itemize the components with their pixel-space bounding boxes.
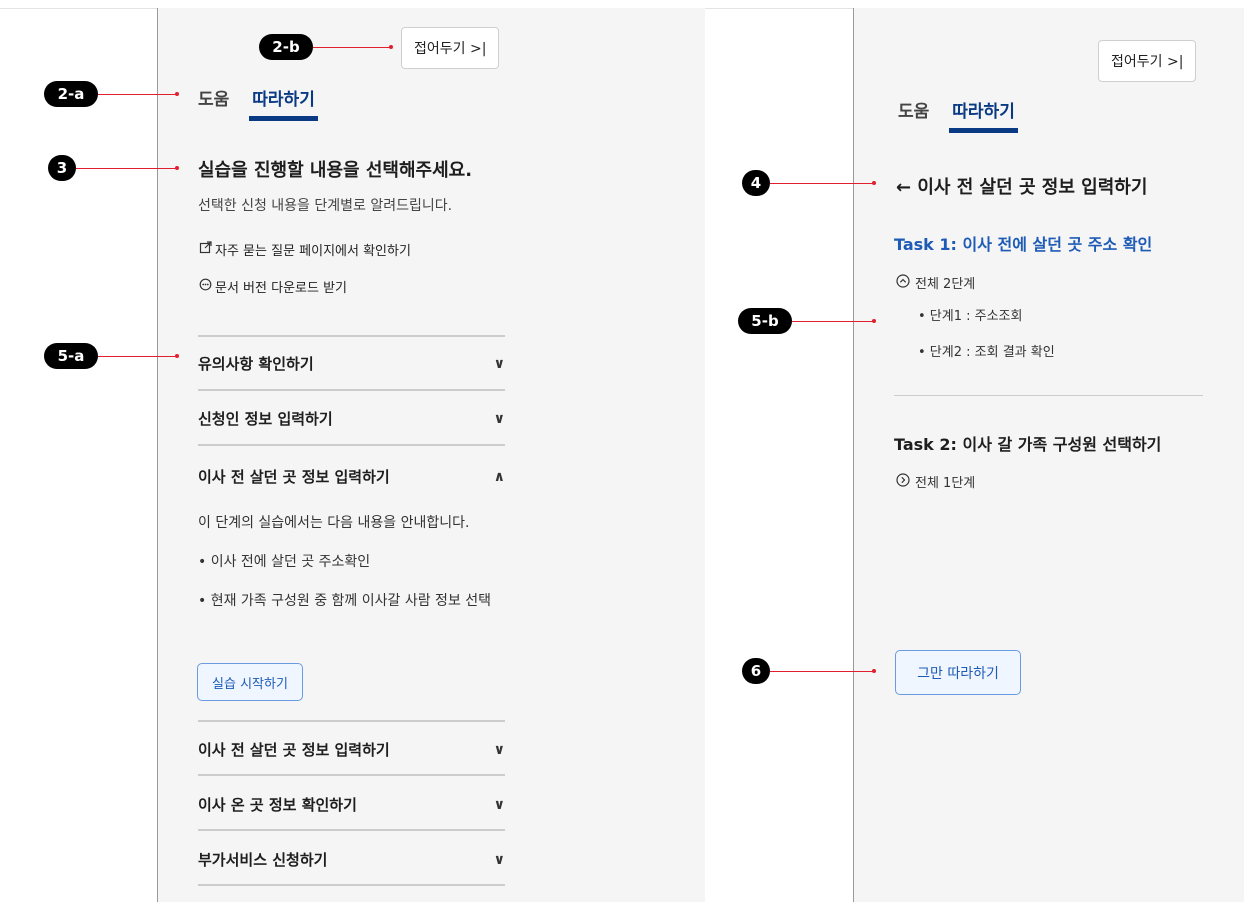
download-link[interactable]: 문서 버전 다운로드 받기 — [199, 277, 347, 296]
chevron-down-icon: ∨ — [493, 796, 505, 813]
accordion-divider — [198, 444, 505, 446]
callout-line — [770, 183, 874, 184]
external-link-icon — [199, 241, 212, 258]
accordion-divider — [198, 829, 505, 831]
accordion-item-applicant[interactable]: 신청인 정보 입력하기 ∨ — [198, 408, 505, 429]
accordion-title: 이사 온 곳 정보 확인하기 — [198, 796, 357, 814]
document-icon — [199, 278, 212, 295]
task1-step: • 단계2 : 조회 결과 확인 — [918, 345, 1055, 360]
callout-line — [98, 356, 177, 357]
chevron-down-icon: ∨ — [493, 410, 505, 427]
page-subtitle: 선택한 신청 내용을 단계별로 알려드립니다. — [198, 198, 453, 214]
expanded-intro: 이 단계의 실습에서는 다음 내용을 안내합니다. — [198, 515, 470, 531]
expanded-bullet: • 이사 전에 살던 곳 주소확인 — [198, 554, 371, 570]
chevron-up-icon: ∧ — [493, 468, 505, 485]
accordion-title: 부가서비스 신청하기 — [198, 851, 328, 869]
help-panel-left — [158, 8, 705, 902]
annotation-badge: 5-b — [738, 308, 792, 334]
chevron-down-icon: ∨ — [493, 851, 505, 868]
callout-dot — [872, 319, 876, 323]
callout-dot — [175, 166, 179, 170]
callout-line — [76, 168, 177, 169]
callout-line — [98, 94, 177, 95]
accordion-title: 신청인 정보 입력하기 — [198, 410, 333, 428]
annotation-badge: 2-b — [259, 34, 313, 60]
accordion-item-previous-address[interactable]: 이사 전 살던 곳 정보 입력하기 ∧ — [198, 466, 505, 487]
accordion-item-extra-services[interactable]: 부가서비스 신청하기 ∨ — [198, 849, 505, 870]
callout-dot — [175, 354, 179, 358]
chevron-up-circle-icon — [896, 273, 910, 292]
accordion-divider — [198, 884, 505, 886]
accordion-item-new-address[interactable]: 이사 온 곳 정보 확인하기 ∨ — [198, 794, 505, 815]
tab-help[interactable]: 도움 — [898, 97, 929, 133]
download-link-label: 문서 버전 다운로드 받기 — [215, 281, 347, 296]
accordion-divider — [198, 389, 505, 391]
callout-dot — [872, 181, 876, 185]
back-heading[interactable]: ← 이사 전 살던 곳 정보 입력하기 — [896, 173, 1147, 199]
callout-line — [770, 671, 874, 672]
accordion-title: 유의사항 확인하기 — [198, 355, 314, 373]
callout-dot — [872, 669, 876, 673]
accordion-title: 이사 전 살던 곳 정보 입력하기 — [198, 741, 390, 759]
chevron-down-icon: ∨ — [493, 355, 505, 372]
panel-right-divider — [853, 8, 854, 902]
annotation-badge: 6 — [742, 658, 770, 684]
task1-summary-label: 전체 2단계 — [915, 277, 976, 292]
tab-bar: 도움 따라하기 — [198, 85, 318, 121]
collapse-label: 접어두기 >| — [1111, 54, 1184, 70]
help-panel-right — [854, 8, 1244, 902]
expanded-bullet: • 현재 가족 구성원 중 함께 이사갈 사람 정보 선택 — [198, 593, 492, 609]
callout-line — [792, 321, 874, 322]
accordion-divider — [198, 774, 505, 776]
start-practice-label: 실습 시작하기 — [212, 676, 288, 692]
callout-dot — [175, 92, 179, 96]
annotation-badge: 2-a — [44, 81, 98, 107]
chevron-down-icon: ∨ — [493, 741, 505, 758]
page-title: 실습을 진행할 내용을 선택해주세요. — [198, 160, 473, 181]
accordion-divider — [198, 720, 505, 722]
annotation-badge: 5-a — [44, 343, 98, 369]
faq-link-label: 자주 묻는 질문 페이지에서 확인하기 — [215, 244, 411, 259]
start-practice-button[interactable]: 실습 시작하기 — [197, 663, 303, 701]
tab-help[interactable]: 도움 — [198, 85, 229, 121]
tab-follow[interactable]: 따라하기 — [949, 97, 1018, 133]
task2-summary[interactable]: 전체 1단계 — [896, 472, 975, 491]
faq-link[interactable]: 자주 묻는 질문 페이지에서 확인하기 — [199, 240, 411, 259]
accordion-item-notice[interactable]: 유의사항 확인하기 ∨ — [198, 353, 505, 374]
task1-title: Task 1: 이사 전에 살던 곳 주소 확인 — [894, 235, 1153, 254]
stop-follow-button[interactable]: 그만 따라하기 — [895, 650, 1021, 695]
panel-left-divider — [157, 8, 158, 902]
task1-step: • 단계1 : 주소조회 — [918, 309, 1023, 324]
tab-bar-right: 도움 따라하기 — [898, 97, 1018, 133]
tab-follow[interactable]: 따라하기 — [249, 85, 318, 121]
task-divider — [894, 395, 1203, 396]
callout-dot — [389, 45, 393, 49]
callout-line — [313, 47, 391, 48]
chevron-right-circle-icon — [896, 472, 910, 491]
task2-title: Task 2: 이사 갈 가족 구성원 선택하기 — [894, 435, 1162, 454]
task2-summary-label: 전체 1단계 — [915, 476, 976, 491]
collapse-label: 접어두기 >| — [414, 41, 487, 57]
accordion-title: 이사 전 살던 곳 정보 입력하기 — [198, 468, 390, 486]
annotation-badge: 3 — [48, 155, 76, 181]
accordion-item-previous-address-2[interactable]: 이사 전 살던 곳 정보 입력하기 ∨ — [198, 739, 505, 760]
stop-follow-label: 그만 따라하기 — [917, 665, 999, 682]
accordion-divider — [198, 335, 505, 337]
collapse-button-right[interactable]: 접어두기 >| — [1098, 40, 1197, 82]
annotation-badge: 4 — [742, 170, 770, 196]
collapse-button[interactable]: 접어두기 >| — [401, 27, 500, 69]
task1-summary[interactable]: 전체 2단계 — [896, 273, 975, 292]
